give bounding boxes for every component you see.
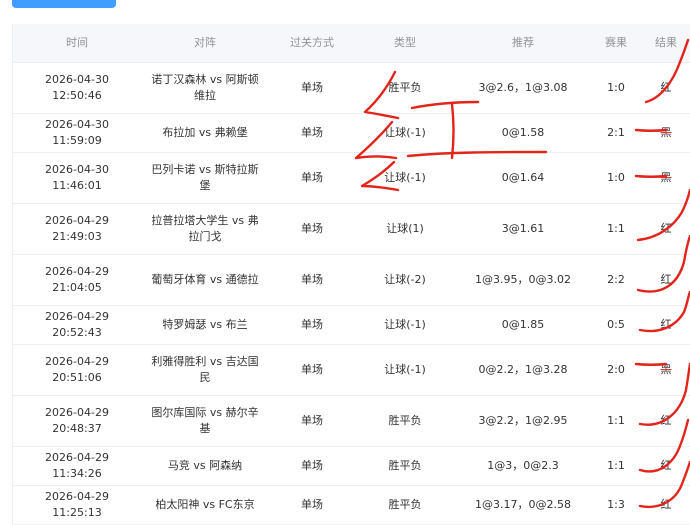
row-type: 单场 <box>301 126 323 139</box>
row-time: 2026-04-30 11:59:09 <box>45 118 109 147</box>
table-row[interactable]: 2026-04-30 12:50:46 诺丁汉森林 vs 阿斯顿维拉 单场 胜平… <box>13 63 690 114</box>
row-time: 2026-04-29 20:48:37 <box>45 406 109 435</box>
row-kind: 胜平负 <box>388 414 422 427</box>
header-recommendation: 推荐 <box>512 36 534 49</box>
row-type: 单场 <box>301 222 323 235</box>
row-match: 利雅得胜利 vs 吉达国民 <box>151 355 259 384</box>
row-kind: 胜平负 <box>388 459 422 472</box>
row-score: 2:2 <box>607 273 625 286</box>
row-result: 红 <box>660 414 672 427</box>
row-match: 巴列卡诺 vs 斯特拉斯堡 <box>151 163 259 192</box>
row-kind: 胜平负 <box>388 498 422 511</box>
row-score: 1:1 <box>607 414 625 427</box>
row-type: 单场 <box>301 273 323 286</box>
row-result: 红 <box>660 273 672 286</box>
row-recommendation: 0@1.58 <box>501 126 545 139</box>
row-time: 2026-04-30 11:46:01 <box>45 163 109 192</box>
table-row[interactable]: 2026-04-29 11:34:26 马竞 vs 阿森纳 单场 胜平负 1@3… <box>13 447 690 486</box>
row-score: 1:0 <box>607 81 625 94</box>
row-time: 2026-04-29 20:52:43 <box>45 310 109 339</box>
row-recommendation: 1@3，0@2.3 <box>487 459 559 472</box>
row-kind: 让球(-1) <box>384 171 426 184</box>
row-time: 2026-04-29 20:51:06 <box>45 355 109 384</box>
table-row[interactable]: 2026-04-29 20:52:43 特罗姆瑟 vs 布兰 单场 让球(-1)… <box>13 306 690 345</box>
table-row[interactable]: 2026-04-30 11:59:09 布拉加 vs 弗赖堡 单场 让球(-1)… <box>13 114 690 153</box>
row-time: 2026-04-30 12:50:46 <box>45 73 109 102</box>
results-table: 时间 对阵 过关方式 类型 推荐 赛果 结果 2026-04-30 12:50:… <box>12 24 690 525</box>
row-kind: 胜平负 <box>388 81 422 94</box>
table-row[interactable]: 2026-04-29 11:25:13 柏太阳神 vs FC东京 单场 胜平负 … <box>13 486 690 525</box>
row-kind: 让球(1) <box>386 222 424 235</box>
header-score: 赛果 <box>605 36 627 49</box>
row-recommendation: 0@1.85 <box>501 318 545 331</box>
row-type: 单场 <box>301 363 323 376</box>
table-header: 时间 对阵 过关方式 类型 推荐 赛果 结果 <box>13 24 690 63</box>
row-recommendation: 0@2.2，1@3.28 <box>478 363 568 376</box>
row-score: 2:1 <box>607 126 625 139</box>
row-type: 单场 <box>301 81 323 94</box>
row-time: 2026-04-29 21:04:05 <box>45 265 109 294</box>
header-result: 结果 <box>655 36 677 49</box>
row-recommendation: 1@3.95，0@3.02 <box>475 273 571 286</box>
row-match: 葡萄牙体育 vs 通德拉 <box>151 273 259 286</box>
row-score: 1:0 <box>607 171 625 184</box>
table-row[interactable]: 2026-04-30 11:46:01 巴列卡诺 vs 斯特拉斯堡 单场 让球(… <box>13 153 690 204</box>
row-type: 单场 <box>301 318 323 331</box>
row-kind: 让球(-2) <box>384 273 426 286</box>
table-row[interactable]: 2026-04-29 21:49:03 拉普拉塔大学生 vs 弗拉门戈 单场 让… <box>13 204 690 255</box>
row-result: 黑 <box>660 171 672 184</box>
row-result: 红 <box>660 459 672 472</box>
row-time: 2026-04-29 21:49:03 <box>45 214 109 243</box>
row-match: 马竞 vs 阿森纳 <box>167 459 243 472</box>
header-kind: 类型 <box>394 36 416 49</box>
row-time: 2026-04-29 11:25:13 <box>45 490 109 519</box>
row-match: 柏太阳神 vs FC东京 <box>155 498 255 511</box>
row-recommendation: 1@3.17，0@2.58 <box>475 498 571 511</box>
row-match: 特罗姆瑟 vs 布兰 <box>162 318 248 331</box>
row-recommendation: 3@2.2，1@2.95 <box>478 414 568 427</box>
row-type: 单场 <box>301 498 323 511</box>
row-score: 2:0 <box>607 363 625 376</box>
row-recommendation: 0@1.64 <box>501 171 545 184</box>
row-match: 诺丁汉森林 vs 阿斯顿维拉 <box>151 73 259 102</box>
row-match: 布拉加 vs 弗赖堡 <box>162 126 248 139</box>
row-result: 黑 <box>660 126 672 139</box>
table-row[interactable]: 2026-04-29 20:51:06 利雅得胜利 vs 吉达国民 单场 让球(… <box>13 345 690 396</box>
row-score: 0:5 <box>607 318 625 331</box>
row-time: 2026-04-29 11:34:26 <box>45 451 109 480</box>
row-type: 单场 <box>301 171 323 184</box>
table-row[interactable]: 2026-04-29 20:48:37 图尔库国际 vs 赫尔辛基 单场 胜平负… <box>13 396 690 447</box>
row-result: 红 <box>660 81 672 94</box>
row-type: 单场 <box>301 459 323 472</box>
row-score: 1:1 <box>607 222 625 235</box>
row-result: 红 <box>660 318 672 331</box>
row-kind: 让球(-1) <box>384 318 426 331</box>
row-match: 拉普拉塔大学生 vs 弗拉门戈 <box>151 214 259 243</box>
row-recommendation: 3@2.6，1@3.08 <box>478 81 568 94</box>
header-match: 对阵 <box>194 36 216 49</box>
header-type: 过关方式 <box>290 36 334 49</box>
row-score: 1:3 <box>607 498 625 511</box>
row-match: 图尔库国际 vs 赫尔辛基 <box>151 406 259 435</box>
table-row[interactable]: 2026-04-29 21:04:05 葡萄牙体育 vs 通德拉 单场 让球(-… <box>13 255 690 306</box>
top-action-button[interactable] <box>12 0 116 8</box>
row-result: 黑 <box>660 363 672 376</box>
row-type: 单场 <box>301 414 323 427</box>
row-kind: 让球(-1) <box>384 363 426 376</box>
row-kind: 让球(-1) <box>384 126 426 139</box>
row-result: 红 <box>660 222 672 235</box>
header-time: 时间 <box>66 36 88 49</box>
row-result: 红 <box>660 498 672 511</box>
row-recommendation: 3@1.61 <box>501 222 545 235</box>
row-score: 1:1 <box>607 459 625 472</box>
